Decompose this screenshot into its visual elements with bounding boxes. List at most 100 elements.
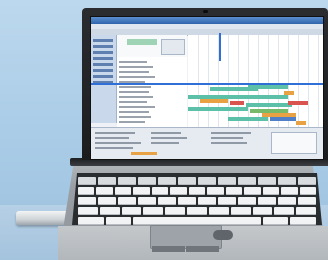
key bbox=[208, 207, 229, 215]
sidebar-item[interactable] bbox=[93, 45, 113, 48]
grid-line bbox=[228, 35, 229, 127]
sidebar-item[interactable] bbox=[93, 57, 113, 60]
schedule-bar[interactable] bbox=[270, 117, 296, 121]
key bbox=[298, 197, 316, 205]
key bbox=[258, 177, 276, 185]
bottom-key-row bbox=[72, 217, 322, 225]
key bbox=[258, 197, 276, 205]
sidebar-item[interactable] bbox=[93, 69, 113, 72]
navigation-sidebar[interactable] bbox=[91, 35, 117, 123]
list-item[interactable] bbox=[119, 61, 147, 63]
window-titlebar[interactable] bbox=[91, 17, 323, 24]
key bbox=[218, 197, 236, 205]
number-key-row bbox=[72, 187, 322, 195]
key bbox=[143, 207, 164, 215]
grid-line bbox=[298, 35, 299, 127]
upper-key-row bbox=[72, 197, 322, 205]
key bbox=[138, 177, 156, 185]
key bbox=[198, 197, 216, 205]
keyboard bbox=[72, 173, 322, 225]
key bbox=[198, 177, 216, 185]
properties-panel[interactable] bbox=[91, 127, 323, 159]
grid-line bbox=[258, 35, 259, 127]
schedule-bar[interactable] bbox=[248, 85, 288, 89]
grid-line bbox=[248, 35, 249, 127]
schedule-bar[interactable] bbox=[200, 99, 228, 103]
key bbox=[225, 187, 243, 195]
key bbox=[187, 207, 207, 215]
grid-line bbox=[238, 35, 239, 127]
key bbox=[218, 177, 236, 185]
gantt-chart[interactable] bbox=[188, 35, 323, 127]
key bbox=[99, 207, 120, 215]
schedule-bar[interactable] bbox=[188, 107, 248, 111]
property-row bbox=[151, 142, 179, 144]
usb-stick bbox=[16, 211, 79, 225]
list-item[interactable] bbox=[119, 76, 155, 78]
key bbox=[188, 187, 206, 195]
list-item[interactable] bbox=[119, 86, 151, 88]
sidebar-item[interactable] bbox=[93, 51, 113, 54]
key bbox=[262, 187, 280, 195]
property-row bbox=[151, 137, 187, 139]
property-row bbox=[95, 147, 133, 149]
property-row bbox=[151, 132, 181, 134]
key bbox=[238, 177, 256, 185]
sidebar-item[interactable] bbox=[93, 63, 113, 66]
key bbox=[158, 177, 176, 185]
key bbox=[78, 197, 96, 205]
schedule-bar[interactable] bbox=[246, 103, 292, 107]
key bbox=[281, 187, 298, 195]
key bbox=[78, 217, 104, 225]
grid-line bbox=[208, 35, 209, 127]
key bbox=[244, 187, 261, 195]
key bbox=[151, 187, 169, 195]
key bbox=[207, 187, 224, 195]
grid-line bbox=[318, 35, 319, 127]
fingerprint-reader bbox=[213, 230, 233, 240]
key bbox=[138, 197, 156, 205]
schedule-bar[interactable] bbox=[296, 121, 306, 125]
key bbox=[252, 207, 273, 215]
property-row bbox=[211, 142, 247, 144]
property-row bbox=[95, 132, 135, 134]
list-item[interactable] bbox=[119, 111, 149, 113]
schedule-bar[interactable] bbox=[288, 101, 308, 105]
list-item[interactable] bbox=[119, 121, 145, 123]
touchpad-left-button bbox=[152, 246, 185, 252]
key bbox=[98, 197, 116, 205]
list-item[interactable] bbox=[119, 71, 149, 73]
key bbox=[118, 177, 136, 185]
touchpad-right-button bbox=[186, 246, 219, 252]
key bbox=[178, 177, 196, 185]
list-item[interactable] bbox=[119, 91, 149, 93]
grid-line bbox=[308, 35, 309, 127]
resource-list[interactable] bbox=[117, 57, 187, 127]
list-item[interactable] bbox=[119, 101, 147, 103]
key bbox=[98, 177, 116, 185]
schedule-bar[interactable] bbox=[228, 117, 268, 121]
key bbox=[278, 177, 296, 185]
key bbox=[296, 207, 316, 215]
property-row bbox=[95, 142, 141, 144]
key bbox=[262, 217, 289, 225]
list-item[interactable] bbox=[119, 96, 153, 98]
property-row bbox=[211, 132, 251, 134]
list-item[interactable] bbox=[119, 66, 153, 68]
sidebar-item[interactable] bbox=[93, 75, 113, 78]
sidebar-item[interactable] bbox=[93, 39, 113, 42]
key bbox=[78, 207, 98, 215]
key bbox=[178, 197, 196, 205]
detail-panel bbox=[117, 35, 187, 58]
property-row bbox=[95, 137, 129, 139]
calendar-widget[interactable] bbox=[127, 39, 157, 45]
summary-box[interactable] bbox=[271, 132, 317, 154]
key bbox=[114, 187, 132, 195]
schedule-bar[interactable] bbox=[230, 101, 244, 105]
list-item[interactable] bbox=[119, 116, 151, 118]
filter-box[interactable] bbox=[161, 39, 185, 55]
key bbox=[299, 187, 317, 195]
grid-line bbox=[198, 35, 199, 127]
key bbox=[158, 197, 176, 205]
list-item[interactable] bbox=[119, 106, 155, 108]
